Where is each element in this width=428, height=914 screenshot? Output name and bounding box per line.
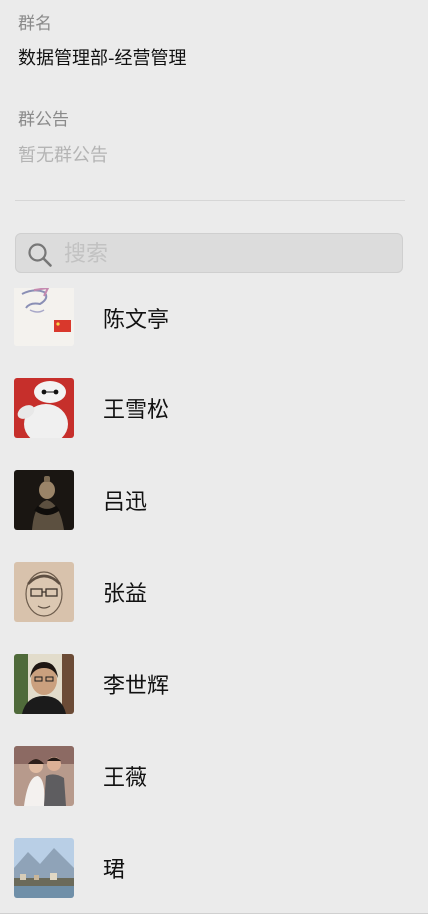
group-info-panel: 群名 数据管理部-经营管理 群公告 暂无群公告 陈文亭 (0, 0, 428, 914)
avatar (14, 288, 74, 346)
avatar-pencil-sketch-face-icon (14, 562, 74, 622)
member-name: 王薇 (103, 766, 148, 791)
member-row[interactable]: 吕迅 (0, 470, 428, 562)
member-name: 李世辉 (103, 674, 170, 699)
member-row[interactable]: 张益 (0, 562, 428, 654)
member-name: 陈文亭 (103, 308, 170, 333)
member-row[interactable]: 陈文亭 (0, 288, 428, 380)
group-announcement-value[interactable]: 暂无群公告 (18, 141, 108, 167)
member-list: 陈文亭 王雪松 吕迅 张益 李世辉 王薇 珺 (0, 288, 428, 914)
avatar-sketch-flag-icon (14, 288, 74, 346)
avatar-wedding-couple-icon (14, 746, 74, 806)
member-row[interactable]: 王雪松 (0, 378, 428, 470)
member-row[interactable]: 珺 (0, 838, 428, 914)
avatar-white-robot-red-icon (14, 378, 74, 438)
member-name: 吕迅 (103, 490, 148, 515)
avatar (14, 470, 74, 530)
avatar (14, 838, 74, 898)
member-row[interactable]: 王薇 (0, 746, 428, 838)
search-icon (28, 243, 52, 267)
avatar-terracotta-figure-icon (14, 470, 74, 530)
group-name-label: 群名 (18, 14, 52, 34)
avatar-lake-town-icon (14, 838, 74, 898)
member-name: 王雪松 (103, 398, 170, 423)
member-row[interactable]: 李世辉 (0, 654, 428, 746)
group-announcement-label: 群公告 (18, 110, 69, 130)
member-search-box[interactable] (15, 233, 403, 274)
avatar (14, 746, 74, 806)
search-input[interactable] (62, 234, 396, 274)
group-name-value[interactable]: 数据管理部-经营管理 (18, 44, 187, 70)
section-divider (15, 200, 405, 201)
avatar-portrait-glasses-icon (14, 654, 74, 714)
member-name: 珺 (103, 858, 126, 883)
avatar (14, 562, 74, 622)
avatar (14, 378, 74, 438)
member-name: 张益 (103, 582, 148, 607)
avatar (14, 654, 74, 714)
